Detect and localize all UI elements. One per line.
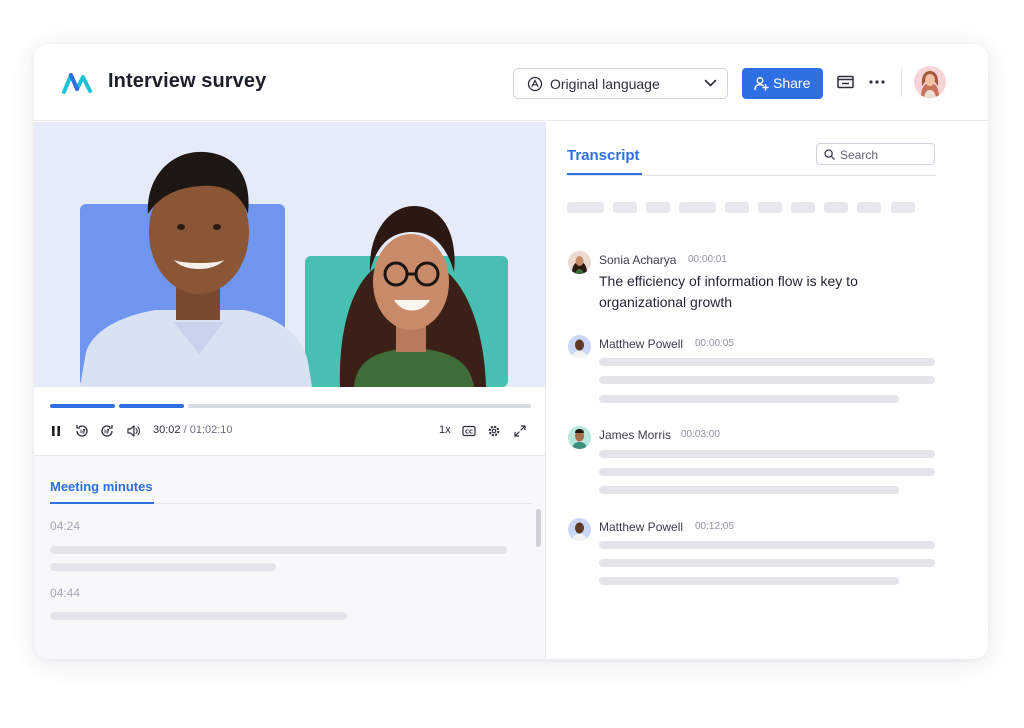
minute-text-placeholder xyxy=(50,612,347,620)
transcript-text-placeholder xyxy=(599,541,935,549)
transcript-text-placeholder xyxy=(599,450,935,458)
progress-segment-remaining[interactable] xyxy=(188,404,531,408)
filter-chip[interactable] xyxy=(725,202,749,213)
filter-chip[interactable] xyxy=(857,202,881,213)
share-button[interactable]: Share xyxy=(742,68,823,99)
filter-chip[interactable] xyxy=(824,202,848,213)
more-options-icon[interactable] xyxy=(868,74,886,90)
progress-segment-current[interactable] xyxy=(119,404,184,408)
meeting-minutes-panel: Meeting minutes 04:24 04:44 xyxy=(34,455,545,659)
add-user-icon xyxy=(754,77,769,91)
filter-chip[interactable] xyxy=(758,202,782,213)
fullscreen-icon[interactable] xyxy=(513,423,527,439)
header-bar: Interview survey Original language Share xyxy=(34,44,988,121)
translate-icon xyxy=(527,76,543,92)
minute-timestamp: 04:24 xyxy=(50,519,81,533)
entry-timestamp[interactable]: 00:03:00 xyxy=(681,429,720,440)
transcript-text-placeholder xyxy=(599,486,899,494)
rewind-15-icon[interactable] xyxy=(74,423,90,439)
progress-segment-played[interactable] xyxy=(50,404,115,408)
avatar xyxy=(568,251,591,274)
minute-text-placeholder xyxy=(50,546,507,554)
user-avatar[interactable] xyxy=(914,66,946,98)
filter-chip[interactable] xyxy=(646,202,670,213)
speaker-name: Matthew Powell xyxy=(599,520,684,534)
speaker-name: Sonia Acharya xyxy=(599,253,677,267)
minutes-tab-indicator xyxy=(50,502,154,504)
filter-chip[interactable] xyxy=(791,202,815,213)
avatar xyxy=(568,335,591,358)
present-screen-icon[interactable] xyxy=(837,75,854,90)
entry-timestamp[interactable]: 00:12:05 xyxy=(695,521,734,532)
filter-chip[interactable] xyxy=(613,202,637,213)
chevron-down-icon xyxy=(704,79,717,87)
search-icon xyxy=(824,149,835,160)
transcript-tab-indicator xyxy=(567,173,642,175)
filter-chip[interactable] xyxy=(891,202,915,213)
search-box xyxy=(816,143,935,165)
search-input[interactable] xyxy=(840,146,932,163)
minutes-scrollbar[interactable] xyxy=(536,509,541,547)
transcript-text-placeholder xyxy=(599,376,935,384)
avatar xyxy=(568,426,591,449)
entry-timestamp[interactable]: 00:00:01 xyxy=(688,254,727,265)
forward-15-icon[interactable] xyxy=(99,423,115,439)
speaker-name: James Morris xyxy=(599,428,672,442)
header-divider xyxy=(901,69,902,97)
svg-text:CC: CC xyxy=(465,430,473,436)
player-controls: 30:02 / 01:02:10 1x CC xyxy=(34,387,545,455)
tab-transcript[interactable]: Transcript xyxy=(567,147,640,164)
minute-text-placeholder xyxy=(50,563,276,571)
filter-chip[interactable] xyxy=(567,202,604,213)
captions-icon[interactable]: CC xyxy=(462,423,476,439)
volume-icon[interactable] xyxy=(126,423,141,439)
video-frame xyxy=(34,122,545,387)
duration: / 01:02:10 xyxy=(183,424,233,436)
entry-timestamp[interactable]: 00:00:05 xyxy=(695,338,734,349)
transcript-text-placeholder xyxy=(599,468,935,476)
transcript-panel: Transcript Sonia Acharya 00:00:01 The ef… xyxy=(546,122,988,659)
app-window: Interview survey Original language Share xyxy=(34,44,988,659)
tab-meeting-minutes[interactable]: Meeting minutes xyxy=(50,479,153,494)
playback-speed[interactable]: 1x xyxy=(439,424,451,436)
transcript-text-placeholder xyxy=(599,358,935,366)
current-time: 30:02 xyxy=(153,424,181,436)
transcript-tab-divider xyxy=(567,175,936,176)
avatar xyxy=(568,518,591,541)
video-player[interactable] xyxy=(34,122,545,387)
progress-fill xyxy=(119,404,184,408)
filter-chip[interactable] xyxy=(679,202,716,213)
language-select[interactable]: Original language xyxy=(513,68,728,99)
playback-time: 30:02 / 01:02:10 xyxy=(153,424,233,436)
transcript-text-placeholder xyxy=(599,577,899,585)
language-select-value: Original language xyxy=(550,76,660,92)
share-button-label: Share xyxy=(773,75,811,91)
speaker-name: Matthew Powell xyxy=(599,337,684,351)
pause-icon[interactable] xyxy=(50,423,62,439)
page-title: Interview survey xyxy=(108,70,267,92)
minute-timestamp: 04:44 xyxy=(50,586,81,600)
settings-icon[interactable] xyxy=(487,423,501,439)
video-panel: 30:02 / 01:02:10 1x CC Meeting minutes 0… xyxy=(34,122,546,659)
transcript-text-placeholder xyxy=(599,395,899,403)
transcript-text: The efficiency of information flow is ke… xyxy=(599,273,858,310)
app-logo xyxy=(62,73,92,94)
transcript-text-placeholder xyxy=(599,559,935,567)
